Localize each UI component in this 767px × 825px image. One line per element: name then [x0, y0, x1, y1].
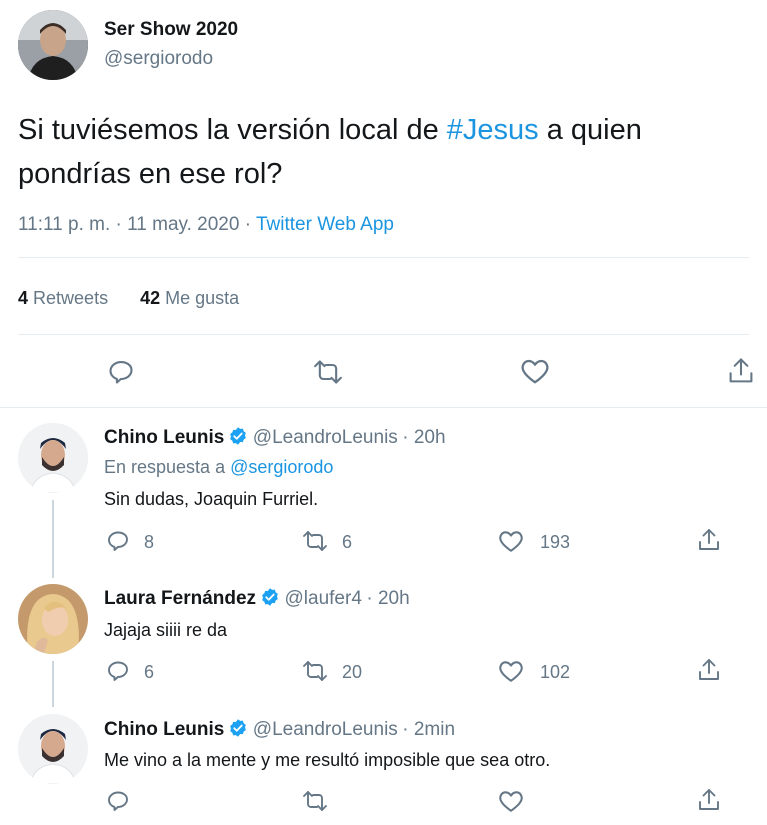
like-count: 102 — [540, 662, 571, 682]
likes-count[interactable]: 42 — [140, 288, 160, 308]
reply-time[interactable]: · 2min — [402, 719, 455, 740]
retweet-icon[interactable] — [300, 659, 330, 683]
verified-icon — [228, 426, 248, 451]
divider — [0, 407, 767, 408]
reply-avatar[interactable] — [18, 584, 88, 654]
verified-icon — [260, 587, 280, 612]
reply-to-line: En respuesta a @sergiorodo — [104, 457, 333, 478]
reply-icon[interactable] — [106, 789, 130, 813]
reply-time[interactable]: · 20h — [366, 588, 409, 609]
reply-avatar[interactable] — [18, 714, 88, 784]
retweets-count[interactable]: 4 — [18, 288, 28, 308]
tweet-text: Si tuviésemos la versión local de #Jesus… — [18, 108, 748, 196]
like-icon[interactable] — [520, 357, 550, 385]
reply-avatar[interactable] — [18, 423, 88, 493]
reply-author-name[interactable]: Chino Leunis — [104, 427, 224, 448]
verified-icon — [228, 718, 248, 743]
reply-count: 6 — [144, 662, 155, 682]
share-icon[interactable] — [697, 787, 721, 813]
reply-to-handle[interactable]: @sergiorodo — [230, 457, 333, 477]
reply-text: Jajaja siiii re da — [104, 620, 228, 640]
divider — [18, 257, 749, 258]
retweets-label[interactable]: Retweets — [33, 288, 108, 308]
reply-icon[interactable] — [106, 529, 130, 553]
author-name[interactable]: Ser Show 2020 — [104, 19, 238, 41]
reply-author-handle[interactable]: @LeandroLeunis — [253, 427, 398, 448]
thread-line — [52, 500, 54, 578]
like-count: 193 — [540, 532, 571, 552]
retweet-count: 20 — [342, 662, 363, 682]
reply-icon[interactable] — [106, 659, 130, 683]
retweet-icon[interactable] — [300, 789, 330, 813]
tweet-stats: 4 Retweets 42 Me gusta — [18, 288, 239, 309]
reply-header: Laura Fernández @laufer4 · 20h — [104, 587, 410, 612]
reply-to-prefix: En respuesta a — [104, 457, 231, 477]
author-avatar[interactable] — [18, 10, 88, 80]
reply-header: Chino Leunis @LeandroLeunis · 2min — [104, 718, 455, 743]
reply-text: Sin dudas, Joaquin Furriel. — [104, 489, 319, 509]
likes-label[interactable]: Me gusta — [165, 288, 239, 308]
tweet-text-part: Si tuviésemos la versión local de — [18, 114, 447, 146]
retweet-icon[interactable] — [300, 529, 330, 553]
thread-line — [52, 661, 54, 707]
reply-icon[interactable] — [107, 358, 135, 386]
share-icon[interactable] — [727, 356, 755, 386]
timestamp[interactable]: 11:11 p. m. · 11 may. 2020 · — [18, 214, 256, 235]
retweet-count: 6 — [342, 532, 353, 552]
share-icon[interactable] — [697, 657, 721, 683]
tweet-text-part: a quien — [538, 114, 642, 146]
tweet-meta: 11:11 p. m. · 11 may. 2020 · Twitter Web… — [18, 214, 394, 236]
like-icon[interactable] — [498, 529, 524, 553]
source-link[interactable]: Twitter Web App — [256, 214, 394, 235]
reply-author-handle[interactable]: @LeandroLeunis — [253, 719, 398, 740]
reply-text: Me vino a la mente y me resultó imposibl… — [104, 750, 551, 770]
tweet-text-part: pondrías en ese rol? — [18, 158, 283, 190]
retweet-icon[interactable] — [311, 358, 345, 386]
hashtag-link[interactable]: #Jesus — [447, 114, 539, 146]
reply-author-name[interactable]: Laura Fernández — [104, 588, 256, 609]
author-handle[interactable]: @sergiorodo — [104, 48, 213, 70]
share-icon[interactable] — [697, 527, 721, 553]
reply-author-handle[interactable]: @laufer4 — [285, 588, 362, 609]
like-icon[interactable] — [498, 789, 524, 813]
divider — [18, 334, 749, 335]
reply-time[interactable]: · 20h — [402, 427, 445, 448]
reply-count: 8 — [144, 532, 155, 552]
like-icon[interactable] — [498, 659, 524, 683]
reply-header: Chino Leunis @LeandroLeunis · 20h — [104, 426, 446, 451]
reply-author-name[interactable]: Chino Leunis — [104, 719, 224, 740]
